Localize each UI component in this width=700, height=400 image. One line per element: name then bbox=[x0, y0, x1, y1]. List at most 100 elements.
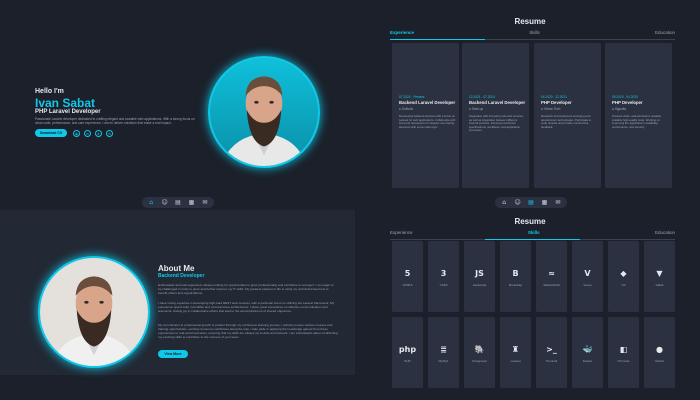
experience-date: 04.2020 - 12.2021 bbox=[541, 95, 567, 99]
tab-education[interactable]: Education bbox=[655, 230, 675, 239]
experience-company: ● Softvelo bbox=[399, 107, 414, 111]
about-subtitle: Backend Developer bbox=[158, 273, 205, 279]
about-paragraph: My commitment to professional growth is … bbox=[158, 323, 338, 339]
mysql-icon: ≣ bbox=[440, 344, 447, 354]
skill-card: 3 CSS3 bbox=[428, 241, 459, 312]
gitlab-icon: ▼ bbox=[656, 268, 663, 278]
hero-role: PHP Laravel Developer bbox=[35, 109, 101, 115]
company-name: Start-up bbox=[471, 107, 484, 111]
tab-education[interactable]: Education bbox=[655, 30, 675, 39]
skill-name: Vue.js bbox=[583, 283, 592, 287]
user-icon[interactable]: ☺ bbox=[159, 198, 169, 207]
resume-tabs: Experience Skills Education bbox=[390, 230, 675, 240]
html5-icon: 5 bbox=[404, 268, 411, 278]
skill-name: Github bbox=[655, 359, 664, 363]
javascript-icon: JS bbox=[475, 268, 484, 278]
tab-experience[interactable]: Experience bbox=[390, 30, 414, 39]
skill-card: ≈ TailwindCSS bbox=[536, 241, 567, 312]
skill-card: php PHP bbox=[392, 317, 423, 388]
about-paragraph: I have strong expertise in developing hi… bbox=[158, 301, 335, 313]
skill-card: 🐳 Docker bbox=[572, 317, 603, 388]
php-icon: php bbox=[398, 344, 417, 354]
portrait-image bbox=[220, 76, 308, 166]
experience-role: PHP Developer bbox=[612, 100, 643, 105]
skill-name: Gitlab bbox=[655, 283, 664, 287]
portfolio-showcase: Hello I'm Ivan Sabat PHP Laravel Develop… bbox=[0, 0, 700, 400]
bootstrap-icon: B bbox=[512, 268, 519, 278]
skill-name: VS Code bbox=[617, 359, 630, 363]
hero-description: Passionate Laravel developer dedicated t… bbox=[35, 117, 195, 125]
skill-card: >_ Terminal bbox=[536, 317, 567, 388]
github-icon: ● bbox=[656, 344, 663, 354]
resume-icon[interactable]: ▤ bbox=[526, 198, 536, 207]
linkedin-icon[interactable]: in bbox=[84, 130, 91, 137]
skill-name: Laravel bbox=[510, 359, 521, 363]
view-more-button[interactable]: View More bbox=[158, 350, 188, 358]
about-title: About Me bbox=[158, 264, 195, 273]
resume-title: Resume bbox=[514, 217, 546, 226]
skill-name: Terminal bbox=[545, 359, 558, 363]
skill-card: B Bootstrap bbox=[500, 241, 531, 312]
resume-tabs: Experience Skills Education bbox=[390, 30, 675, 40]
skill-name: TailwindCSS bbox=[543, 283, 560, 287]
telegram-icon[interactable]: ➤ bbox=[95, 130, 102, 137]
home-icon[interactable]: ⌂ bbox=[146, 198, 156, 207]
skill-card: ◆ Git bbox=[608, 241, 639, 312]
experience-company: ● Start-up bbox=[469, 107, 484, 111]
tailwind-icon: ≈ bbox=[548, 268, 555, 278]
skill-card: ● Github bbox=[644, 317, 675, 388]
laravel-icon: ♜ bbox=[511, 344, 520, 354]
grid-icon[interactable]: ▦ bbox=[186, 198, 196, 207]
experience-company: ● Yellow Tech bbox=[541, 107, 561, 111]
tab-experience[interactable]: Experience bbox=[390, 230, 413, 239]
tab-skills[interactable]: Skills bbox=[528, 230, 540, 239]
hero-name: Ivan Sabat bbox=[35, 96, 96, 110]
email-icon[interactable]: ✉ bbox=[106, 130, 113, 137]
user-icon[interactable]: ☺ bbox=[512, 198, 522, 207]
vue-icon: V bbox=[584, 268, 591, 278]
resume-experience-section: Resume Experience Skills Education 07.20… bbox=[390, 0, 675, 195]
company-name: Softvelo bbox=[401, 107, 414, 111]
skill-card: 🐘 Postgresql bbox=[464, 317, 495, 388]
bottom-nav: ⌂ ☺ ▤ ▦ ✉ bbox=[495, 197, 567, 208]
resume-title: Resume bbox=[514, 17, 546, 26]
home-icon[interactable]: ⌂ bbox=[499, 198, 509, 207]
active-tab-indicator bbox=[485, 239, 580, 240]
greeting: Hello I'm bbox=[35, 88, 64, 95]
experience-date: 12.2021 - 07.2024 bbox=[469, 95, 495, 99]
skill-name: HTML5 bbox=[402, 283, 413, 287]
skill-card: JS Javascript bbox=[464, 241, 495, 312]
experience-card: 04.2020 - 12.2021 PHP Developer ● Yellow… bbox=[534, 43, 601, 188]
experience-card: 07.2024 - Present Backend Laravel Develo… bbox=[392, 43, 459, 188]
skill-name: Postgresql bbox=[472, 359, 487, 363]
experience-description: Integration with 3rd party tools and ser… bbox=[469, 114, 524, 133]
terminal-icon: >_ bbox=[546, 344, 557, 354]
skill-name: Javascript bbox=[472, 283, 487, 287]
experience-description: Research and implement emerging web deve… bbox=[541, 114, 592, 129]
social-links: ◉ in ➤ ✉ bbox=[73, 130, 113, 137]
tab-skills[interactable]: Skills bbox=[529, 30, 540, 39]
portrait-image bbox=[40, 258, 148, 366]
git-icon: ◆ bbox=[620, 268, 627, 278]
skill-card: ♜ Laravel bbox=[500, 317, 531, 388]
mail-icon[interactable]: ✉ bbox=[553, 198, 563, 207]
skill-name: Git bbox=[621, 283, 626, 287]
about-paragraph: Enthusiastic and well-organized, always … bbox=[158, 283, 334, 295]
experience-date: 07.2024 - Present bbox=[399, 95, 425, 99]
mail-icon[interactable]: ✉ bbox=[200, 198, 210, 207]
bottom-nav: ⌂ ☺ ▤ ▦ ✉ bbox=[142, 197, 214, 208]
company-name: Yellow Tech bbox=[543, 107, 561, 111]
skill-card: ▼ Gitlab bbox=[644, 241, 675, 312]
experience-date: 09.2019 - 04.2020 bbox=[612, 95, 638, 99]
profile-photo bbox=[38, 256, 150, 368]
github-icon[interactable]: ◉ bbox=[73, 130, 80, 137]
download-cv-button[interactable]: Download CV bbox=[35, 129, 67, 137]
skill-card: 5 HTML5 bbox=[392, 241, 423, 312]
skill-name: MySQL bbox=[438, 359, 449, 363]
skill-card: ≣ MySQL bbox=[428, 317, 459, 388]
grid-icon[interactable]: ▦ bbox=[539, 198, 549, 207]
active-tab-indicator bbox=[390, 39, 485, 40]
experience-company: ● Signalia bbox=[612, 107, 627, 111]
resume-skills-section: Resume Experience Skills Education 5 HTML… bbox=[390, 210, 675, 400]
resume-icon[interactable]: ▤ bbox=[173, 198, 183, 207]
